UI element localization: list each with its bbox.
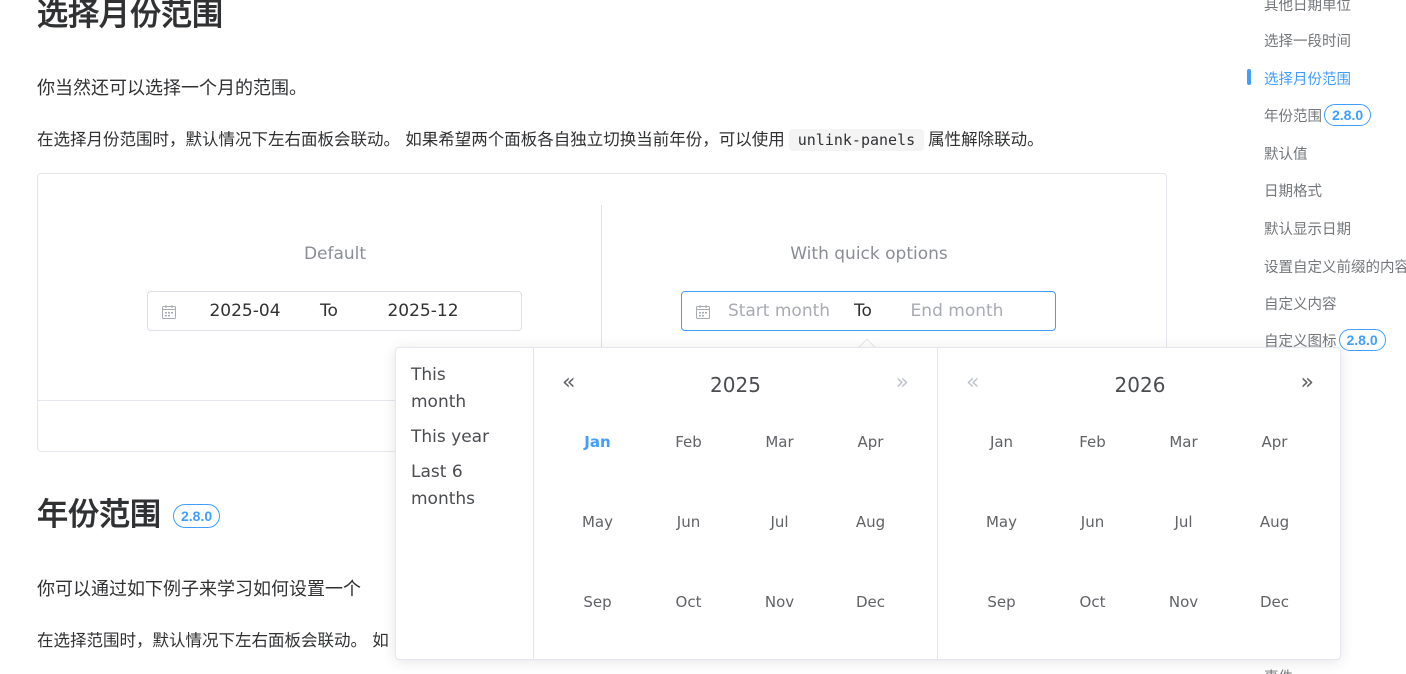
- month-cell[interactable]: Jul: [1138, 512, 1229, 592]
- toc-item-label: 选择一段时间: [1264, 34, 1351, 50]
- toc-item[interactable]: 日期格式: [1264, 180, 1322, 201]
- range-separator: To: [320, 301, 338, 321]
- month-cell[interactable]: Jul: [734, 512, 825, 592]
- range-end-input[interactable]: End month: [897, 301, 1017, 321]
- version-badge: 2.8.0: [173, 503, 221, 528]
- section-title-year-range: 年份范围 2.8.0: [37, 497, 221, 533]
- month-cell[interactable]: May: [956, 512, 1047, 592]
- demo-label-quick-options: With quick options: [790, 244, 948, 264]
- month-cell[interactable]: Nov: [734, 592, 825, 672]
- toc-active-marker: [1247, 69, 1251, 85]
- month-cell[interactable]: Jan: [552, 432, 643, 512]
- toc-item[interactable]: 年份范围 2.8.0: [1264, 104, 1372, 126]
- shortcut-this-month[interactable]: This month: [396, 358, 516, 420]
- month-cell[interactable]: Feb: [643, 432, 734, 512]
- toc-item-label: 日期格式: [1264, 184, 1322, 200]
- toc-item-label: 设置自定义前缀的内容: [1264, 260, 1406, 276]
- month-cell[interactable]: Mar: [1138, 432, 1229, 512]
- month-range-picker-quick[interactable]: Start month To End month: [681, 291, 1056, 331]
- month-cell[interactable]: Feb: [1047, 432, 1138, 512]
- toc-item[interactable]: 自定义图标 2.8.0: [1264, 329, 1386, 351]
- month-grid-left: Jan Feb Mar Apr May Jun Jul Aug Sep Oct Nov Dec: [552, 432, 916, 672]
- panel-year-left: 2025: [710, 373, 761, 397]
- toc-item[interactable]: 其他日期单位: [1264, 0, 1351, 15]
- section-note: 在选择范围时，默认情况下左右面板会联动。 如: [37, 631, 389, 650]
- version-badge: 2.8.0: [1324, 104, 1372, 126]
- month-cell[interactable]: Aug: [825, 512, 916, 592]
- toc-item-label: 年份范围: [1264, 108, 1322, 125]
- range-start-value[interactable]: 2025-04: [185, 301, 305, 321]
- calendar-icon: [696, 305, 710, 319]
- month-cell[interactable]: Oct: [1047, 592, 1138, 672]
- month-cell[interactable]: Oct: [643, 592, 734, 672]
- section-title-text: 年份范围: [37, 497, 161, 533]
- code-unlink-panels: unlink-panels: [788, 129, 925, 151]
- toc-item-label: 自定义图标: [1264, 333, 1337, 350]
- month-cell[interactable]: Sep: [552, 592, 643, 672]
- section-note: 在选择月份范围时，默认情况下左右面板会联动。 如果希望两个面板各自独立切换当前年…: [37, 126, 1044, 151]
- month-range-picker-default[interactable]: 2025-04 To 2025-12: [147, 291, 522, 331]
- toc-item-label: 事件: [1264, 666, 1293, 674]
- note-text: 在选择月份范围时，默认情况下左右面板会联动。 如果希望两个面板各自独立切换当前年…: [37, 130, 785, 149]
- table-of-contents: 其他日期单位 选择一段时间 选择月份范围 年份范围 2.8.0 默认值 日期格式 默认显示日期…: [1247, 0, 1406, 674]
- demo-label-default: Default: [303, 244, 367, 264]
- toc-item-label: 自定义内容: [1264, 297, 1337, 313]
- calendar-icon: [162, 305, 176, 319]
- toc-item-label: 默认显示日期: [1264, 222, 1351, 238]
- range-separator: To: [854, 301, 872, 321]
- section-description: 你当然还可以选择一个月的范围。: [37, 78, 307, 99]
- shortcut-last-6-months[interactable]: Last 6 months: [396, 455, 516, 517]
- range-end-value[interactable]: 2025-12: [363, 301, 483, 321]
- range-start-input[interactable]: Start month: [719, 301, 839, 321]
- toc-item[interactable]: 默认显示日期: [1264, 218, 1351, 239]
- toc-item[interactable]: 选择一段时间: [1264, 30, 1351, 51]
- section-description: 你可以通过如下例子来学习如何设置一个: [37, 579, 361, 600]
- toc-item[interactable]: 自定义内容: [1264, 293, 1337, 314]
- shortcut-this-year[interactable]: This year: [396, 420, 516, 455]
- toc-item[interactable]: 设置自定义前缀的内容: [1264, 256, 1406, 277]
- toc-item[interactable]: 选择月份范围: [1264, 68, 1351, 89]
- next-year-button-disabled: »: [895, 370, 909, 395]
- version-badge: 2.8.0: [1338, 329, 1386, 351]
- month-panel-left: « 2025 » Jan Feb Mar Apr May Jun Jul Aug Sep Oct N…: [534, 348, 938, 659]
- shortcut-list: This month This year Last 6 months: [396, 348, 534, 659]
- toc-item-label: 其他日期单位: [1264, 0, 1351, 14]
- note-text-after: 属性解除联动。: [928, 130, 1044, 149]
- month-cell[interactable]: Jan: [956, 432, 1047, 512]
- month-cell[interactable]: Jun: [1047, 512, 1138, 592]
- month-cell[interactable]: Apr: [825, 432, 916, 512]
- month-cell[interactable]: Dec: [825, 592, 916, 672]
- month-range-dropdown: This month This year Last 6 months « 202…: [395, 347, 1341, 660]
- toc-item[interactable]: 事件: [1264, 666, 1293, 674]
- month-cell[interactable]: Mar: [734, 432, 825, 512]
- toc-item-label: 选择月份范围: [1264, 72, 1351, 88]
- section-title-month-range: 选择月份范围: [37, 0, 223, 33]
- month-cell[interactable]: Sep: [956, 592, 1047, 672]
- toc-item[interactable]: 默认值: [1264, 143, 1308, 164]
- month-cell[interactable]: Nov: [1138, 592, 1229, 672]
- month-cell[interactable]: Jun: [643, 512, 734, 592]
- toc-item-label: 默认值: [1264, 147, 1308, 163]
- month-cell[interactable]: May: [552, 512, 643, 592]
